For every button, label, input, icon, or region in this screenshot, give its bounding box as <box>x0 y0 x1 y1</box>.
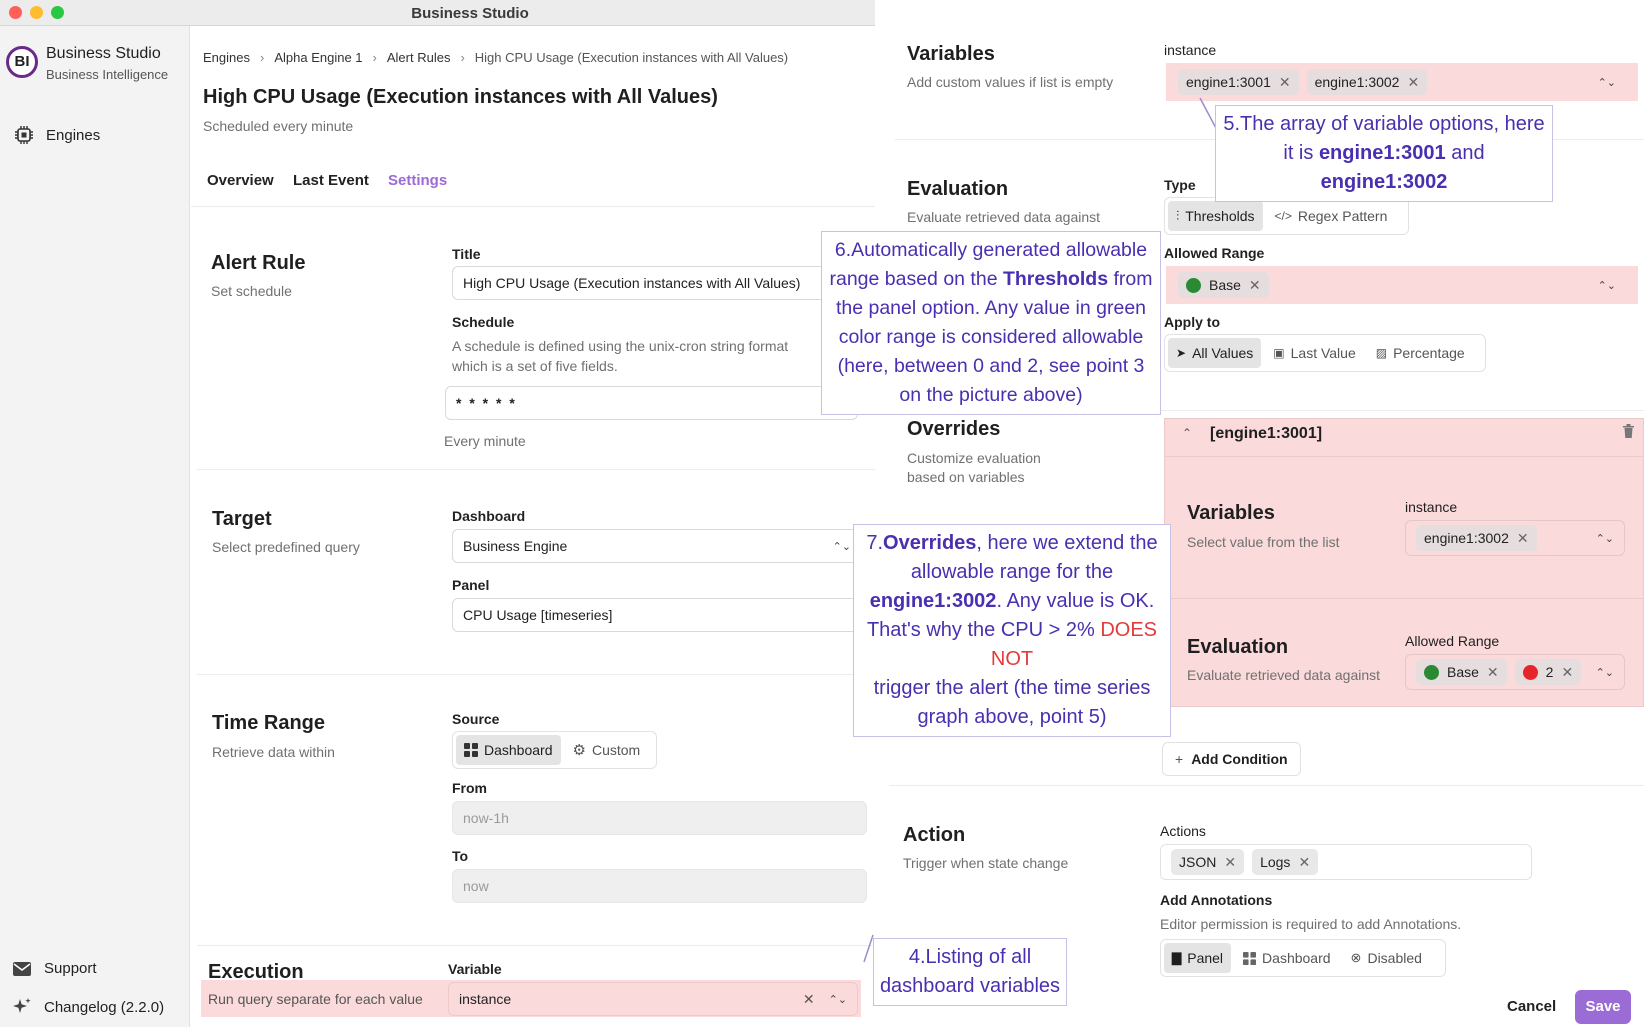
callout-7-text: . Any value is OK. <box>996 590 1155 612</box>
callout-5-line1: 5.The array of variable options, here <box>1223 113 1545 135</box>
callout-7-text: , here we extend the <box>976 532 1158 554</box>
callout-4-line1: 4.Listing of all <box>908 946 1032 968</box>
callout-7-line4: That's why the CPU > 2% DOES NOT <box>856 616 1168 674</box>
callout-7-line1: 7.Overrides, here we extend the <box>856 529 1168 558</box>
callout-7-text: 7. <box>866 532 884 554</box>
callout-7-line6: graph above, point 5) <box>917 706 1107 728</box>
callout-6-line4: color range is considered allowable <box>838 326 1144 348</box>
callout-7: 7.Overrides, here we extend the allowabl… <box>853 524 1171 737</box>
callout-7-line2: allowable range for the <box>910 561 1114 583</box>
callout-6: 6.Automatically generated allowable rang… <box>821 231 1161 415</box>
callout-6-bold: Thresholds <box>1002 268 1109 290</box>
callout-6-line2: range based on the Thresholds from <box>824 265 1158 294</box>
callout-7-bold: Overrides <box>883 532 977 554</box>
callout-7-line3: engine1:3002. Any value is OK. <box>856 587 1168 616</box>
callout-4-line2: dashboard variables <box>879 975 1061 997</box>
callout-4-connector <box>863 934 874 963</box>
callout-7-bold: engine1:3002 <box>869 590 997 612</box>
callout-7-line5: trigger the alert (the time series <box>873 677 1151 699</box>
callout-5-line2: it is engine1:3001 and engine1:3002 <box>1218 139 1550 197</box>
callout-5: 5.The array of variable options, here it… <box>1215 105 1553 202</box>
callout-6-text: from <box>1108 268 1153 290</box>
callout-4: 4.Listing of all dashboard variables <box>873 938 1067 1006</box>
callout-6-line5: (here, between 0 and 2, see point 3 <box>837 355 1145 377</box>
callout-6-line3: the panel option. Any value in green <box>835 297 1147 319</box>
callout-6-line1: 6.Automatically generated allowable <box>834 239 1148 261</box>
callout-5-text: it is <box>1283 142 1319 164</box>
callout-5-value1: engine1:3001 <box>1318 142 1446 164</box>
callout-5-text: and <box>1445 142 1485 164</box>
callout-6-text: range based on the <box>829 268 1003 290</box>
callout-7-text: That's why the CPU > 2% <box>866 619 1101 641</box>
callout-6-line6: on the picture above) <box>899 384 1083 406</box>
callout-5-value2: engine1:3002 <box>1320 171 1448 193</box>
